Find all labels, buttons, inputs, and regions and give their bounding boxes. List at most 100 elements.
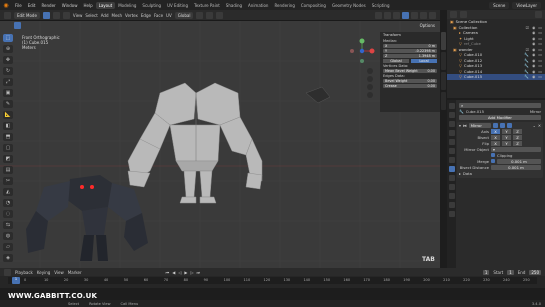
eye-icon[interactable]: ◉: [532, 63, 535, 68]
proportional-edit-icon[interactable]: [216, 11, 224, 19]
knife-tool-icon[interactable]: ✂: [3, 177, 13, 185]
axis-y-toggle[interactable]: Y: [502, 128, 511, 134]
blender-logo-icon[interactable]: ◉: [0, 0, 12, 10]
mode-selector[interactable]: Edit Mode: [14, 11, 40, 19]
workspace-tab-compositing[interactable]: Compositing: [298, 2, 329, 9]
axis-x-toggle[interactable]: X: [491, 128, 500, 134]
eye-icon[interactable]: ◉: [532, 74, 535, 79]
clipping-checkbox[interactable]: [491, 153, 495, 157]
viewport-nav-buttons[interactable]: [367, 68, 373, 98]
poly-build-tool-icon[interactable]: ◭: [3, 188, 13, 196]
gizmo-icon[interactable]: [384, 11, 391, 19]
inset-tool-icon[interactable]: ▢: [3, 144, 13, 152]
bevel-tool-icon[interactable]: ◩: [3, 155, 13, 163]
flip-x-toggle[interactable]: X: [491, 140, 500, 146]
camera-icon[interactable]: ▭: [538, 41, 542, 46]
constraints-props-tab-icon[interactable]: [448, 193, 455, 199]
data-subpanel-row[interactable]: ▸ Data: [457, 170, 543, 176]
modifier-menu-icon[interactable]: ⌄: [533, 123, 536, 128]
camera-icon[interactable]: ▭: [538, 47, 542, 52]
menu-add[interactable]: Add: [101, 13, 109, 18]
workspace-tab-animation[interactable]: Animation: [245, 2, 271, 9]
overlay-icon[interactable]: [393, 11, 400, 19]
scene-props-tab-icon[interactable]: [448, 139, 455, 145]
menu-vertex[interactable]: Vertex: [125, 13, 138, 18]
merge-distance-field[interactable]: 0.001 m: [497, 158, 541, 164]
shear-tool-icon[interactable]: ▱: [3, 243, 13, 251]
object-props-tab-icon[interactable]: [448, 157, 455, 163]
flip-z-toggle[interactable]: Z: [513, 140, 522, 146]
menu-face[interactable]: Face: [154, 13, 163, 18]
bisect-x-toggle[interactable]: X: [491, 134, 500, 140]
timeline-ruler[interactable]: 1 0 10 20 30 40 50 60 70 80 90 100 110 120 130 140 150 1…: [8, 277, 537, 284]
shading-solid-icon[interactable]: [411, 11, 418, 19]
sidebar-tab-tool[interactable]: [441, 52, 446, 70]
camera-icon[interactable]: ▭: [538, 36, 542, 41]
play-reverse-icon[interactable]: ◁: [178, 270, 181, 275]
end-frame-field[interactable]: 250: [529, 269, 541, 275]
menu-select[interactable]: Select: [85, 13, 97, 18]
chevron-down-icon[interactable]: ▾: [459, 123, 461, 128]
loop-cut-tool-icon[interactable]: ▤: [3, 166, 13, 174]
extrude-tool-icon[interactable]: ⬒: [3, 133, 13, 141]
bisect-z-toggle[interactable]: Z: [513, 134, 522, 140]
menu-help[interactable]: Help: [80, 3, 95, 8]
eye-icon[interactable]: ◉: [532, 25, 535, 30]
bisect-distance-field[interactable]: 0.001 m: [491, 164, 541, 170]
outliner-filter-icon[interactable]: [535, 11, 542, 18]
outliner-row-cube-015[interactable]: ▽ Cube.015 🔧 ◉ ▭: [447, 74, 545, 80]
workspace-tab-uv-editing[interactable]: UV Editing: [164, 2, 191, 9]
outliner-editor-icon[interactable]: [450, 11, 457, 18]
edge-slide-tool-icon[interactable]: ⇆: [3, 221, 13, 229]
mirror-object-field[interactable]: ▾: [491, 146, 541, 152]
tool-select-icon[interactable]: [14, 22, 21, 29]
viewport-toggle-icon[interactable]: [499, 122, 505, 128]
camera-icon[interactable]: ▭: [538, 30, 542, 35]
edge-select-icon[interactable]: [52, 11, 60, 19]
workspace-tab-shading[interactable]: Shading: [223, 2, 245, 9]
median-x-field[interactable]: X 0 m: [383, 43, 437, 48]
sidebar-tab-item[interactable]: [441, 32, 446, 50]
modifier-wrench-icon[interactable]: 🔧: [524, 74, 529, 79]
flip-y-toggle[interactable]: Y: [502, 140, 511, 146]
vertex-select-icon[interactable]: [42, 11, 50, 19]
annotate-tool-icon[interactable]: ✎: [3, 100, 13, 108]
spin-tool-icon[interactable]: ◔: [3, 199, 13, 207]
3d-viewport[interactable]: Front Orthographic (1) Cube.015 Meters: [0, 21, 440, 268]
median-y-field[interactable]: Y -0.22398 m: [383, 48, 437, 53]
snap-icon[interactable]: [206, 11, 214, 19]
shading-material-icon[interactable]: [420, 11, 427, 19]
modifier-props-tab-icon[interactable]: [448, 166, 455, 172]
eye-icon[interactable]: ◉: [532, 30, 535, 35]
menu-mesh[interactable]: Mesh: [112, 13, 123, 18]
scale-tool-icon[interactable]: ⤢: [3, 78, 13, 86]
next-keyframe-icon[interactable]: ▷: [190, 270, 193, 275]
playhead[interactable]: 1: [12, 277, 20, 284]
camera-icon[interactable]: ▭: [538, 58, 542, 63]
measure-tool-icon[interactable]: 📐: [3, 111, 13, 119]
view-layer-selector[interactable]: ViewLayer: [512, 1, 541, 9]
bisect-y-toggle[interactable]: Y: [502, 134, 511, 140]
camera-icon[interactable]: ▭: [538, 52, 542, 57]
camera-icon[interactable]: ▭: [538, 69, 542, 74]
outliner-display-mode-icon[interactable]: [460, 11, 467, 18]
workspace-tab-sculpting[interactable]: Sculpting: [139, 2, 164, 9]
cursor-tool-icon[interactable]: ⊕: [3, 45, 13, 53]
start-frame-field[interactable]: 1: [507, 269, 514, 275]
camera-icon[interactable]: ▭: [538, 63, 542, 68]
world-props-tab-icon[interactable]: [448, 148, 455, 154]
menu-render[interactable]: Render: [38, 3, 58, 8]
shrink-fatten-tool-icon[interactable]: ◍: [3, 232, 13, 240]
shading-rendered-icon[interactable]: [429, 11, 436, 19]
timeline-menu-keying[interactable]: Keying: [37, 270, 50, 275]
timeline-menu-marker[interactable]: Marker: [68, 270, 82, 275]
physics-props-tab-icon[interactable]: [448, 184, 455, 190]
edit-mode-toggle-icon[interactable]: [492, 122, 498, 128]
bevel-weight-field[interactable]: Bevel Weight 0.00: [383, 78, 437, 83]
workspace-tab-layout[interactable]: Layout: [95, 1, 116, 9]
modifier-wrench-icon[interactable]: 🔧: [524, 69, 529, 74]
eye-icon[interactable]: ◉: [532, 41, 535, 46]
jump-end-icon[interactable]: ⏭: [197, 270, 201, 275]
timeline-menu-playback[interactable]: Playback: [15, 270, 33, 275]
add-cube-tool-icon[interactable]: ◧: [3, 122, 13, 130]
